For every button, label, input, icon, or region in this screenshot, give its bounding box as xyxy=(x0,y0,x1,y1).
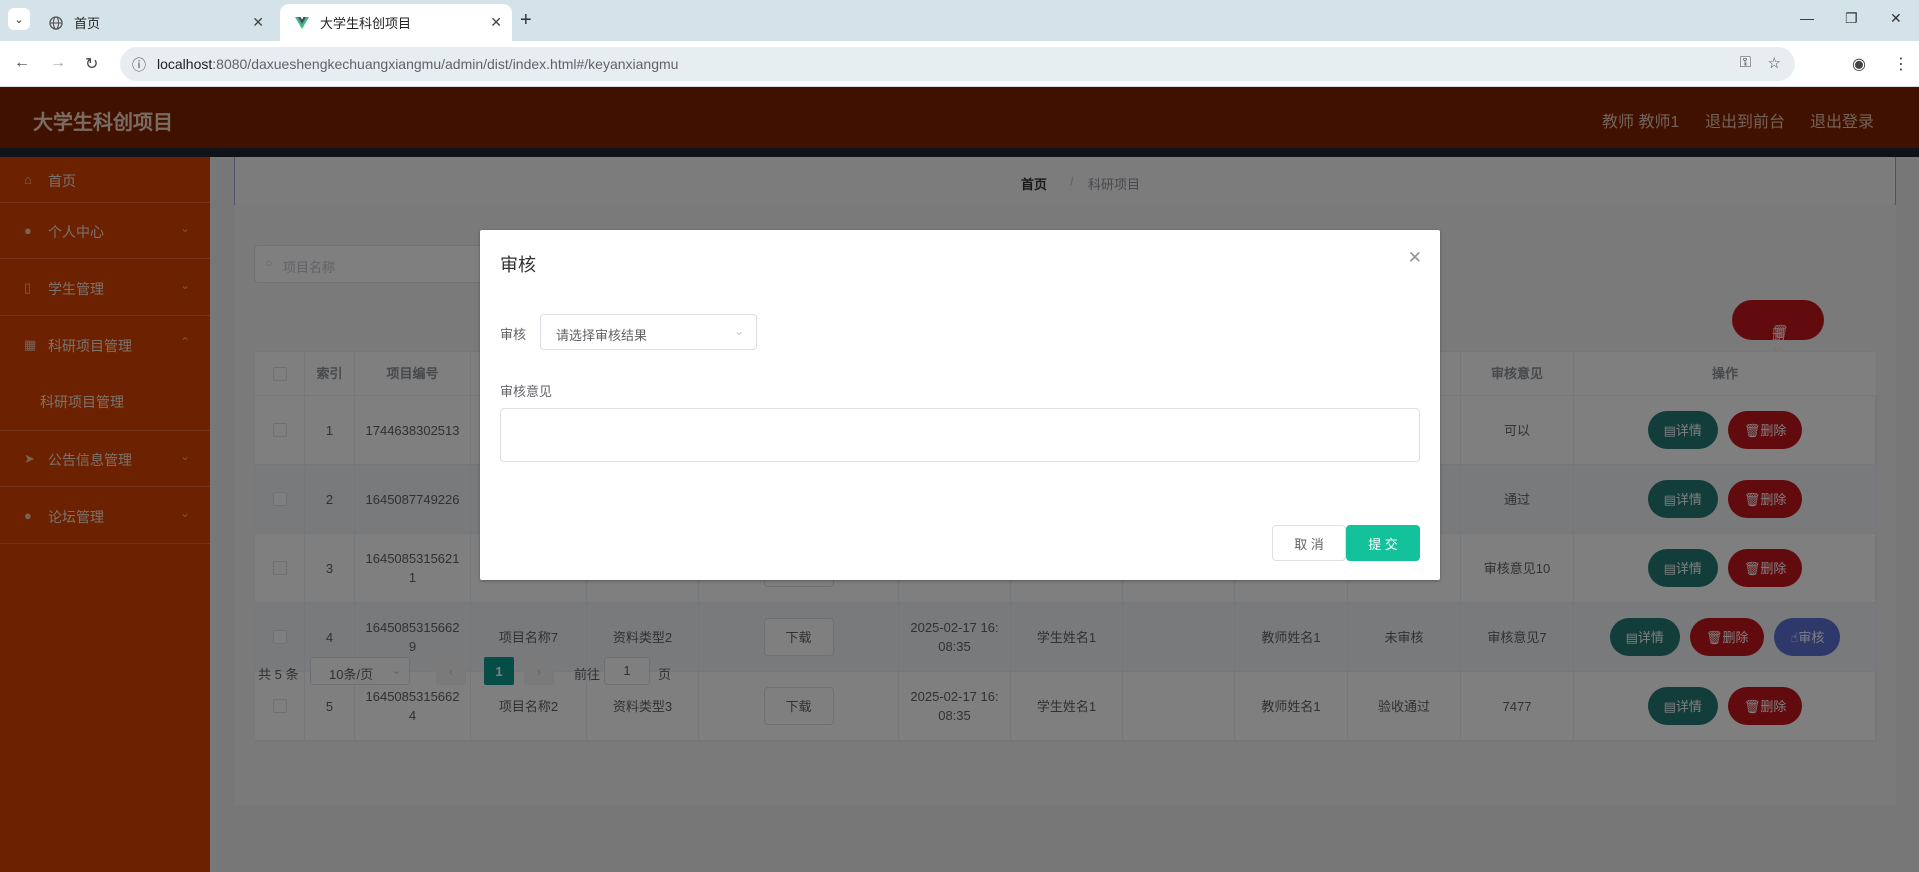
audit-result-select[interactable]: 请选择审核结果 ⌄ xyxy=(540,314,757,350)
audit-opinion-textarea[interactable] xyxy=(500,408,1420,462)
globe-icon xyxy=(48,15,64,31)
tab-close-icon[interactable]: ✕ xyxy=(490,14,502,31)
close-icon[interactable]: ✕ xyxy=(1408,248,1422,268)
browser-menu-icon[interactable]: ⋮ xyxy=(1893,54,1909,74)
audit-field-label: 审核 xyxy=(500,327,527,342)
url-field[interactable]: ⓘ localhost:8080/daxueshengkechuangxiang… xyxy=(120,47,1795,81)
url-text: localhost:8080/daxueshengkechuangxiangmu… xyxy=(157,56,679,72)
restore-icon[interactable]: ❐ xyxy=(1845,10,1858,27)
bookmark-star-icon[interactable]: ☆ xyxy=(1768,54,1781,72)
cancel-button[interactable]: 取 消 xyxy=(1272,525,1346,561)
chevron-down-icon: ⌄ xyxy=(733,324,744,338)
window-close-icon[interactable]: ✕ xyxy=(1890,10,1902,27)
new-tab-icon[interactable]: + xyxy=(520,9,532,32)
minimize-icon[interactable]: — xyxy=(1800,10,1814,26)
profile-icon[interactable]: ◉ xyxy=(1852,54,1866,74)
site-info-icon[interactable]: ⓘ xyxy=(132,55,146,75)
tab-title: 大学生科创项目 xyxy=(320,16,412,31)
tab-title: 首页 xyxy=(74,16,101,31)
vue-logo-icon xyxy=(294,15,310,31)
back-icon[interactable]: ← xyxy=(14,54,30,72)
audit-opinion-label: 审核意见 xyxy=(500,384,553,399)
reload-icon[interactable]: ↻ xyxy=(85,54,98,74)
browser-tab-home[interactable]: 首页 ✕ xyxy=(34,4,274,41)
select-placeholder: 请选择审核结果 xyxy=(556,328,648,343)
browser-address-bar: ← → ↻ ⓘ localhost:8080/daxueshengkechuan… xyxy=(0,41,1919,87)
forward-icon[interactable]: → xyxy=(50,54,66,72)
browser-tab-active[interactable]: 大学生科创项目 ✕ xyxy=(280,4,512,41)
audit-dialog: 审核 ✕ 审核 请选择审核结果 ⌄ 审核意见 取 消 提 交 xyxy=(480,230,1440,580)
tab-search-chevron-icon[interactable]: ⌄ xyxy=(8,8,30,30)
browser-tab-strip: ⌄ 首页 ✕ 大学生科创项目 ✕ + — ❐ ✕ xyxy=(0,0,1919,41)
submit-button[interactable]: 提 交 xyxy=(1346,525,1420,561)
key-icon[interactable]: ⚿ xyxy=(1740,54,1751,71)
dialog-title: 审核 xyxy=(500,255,536,275)
tab-close-icon[interactable]: ✕ xyxy=(252,14,264,31)
